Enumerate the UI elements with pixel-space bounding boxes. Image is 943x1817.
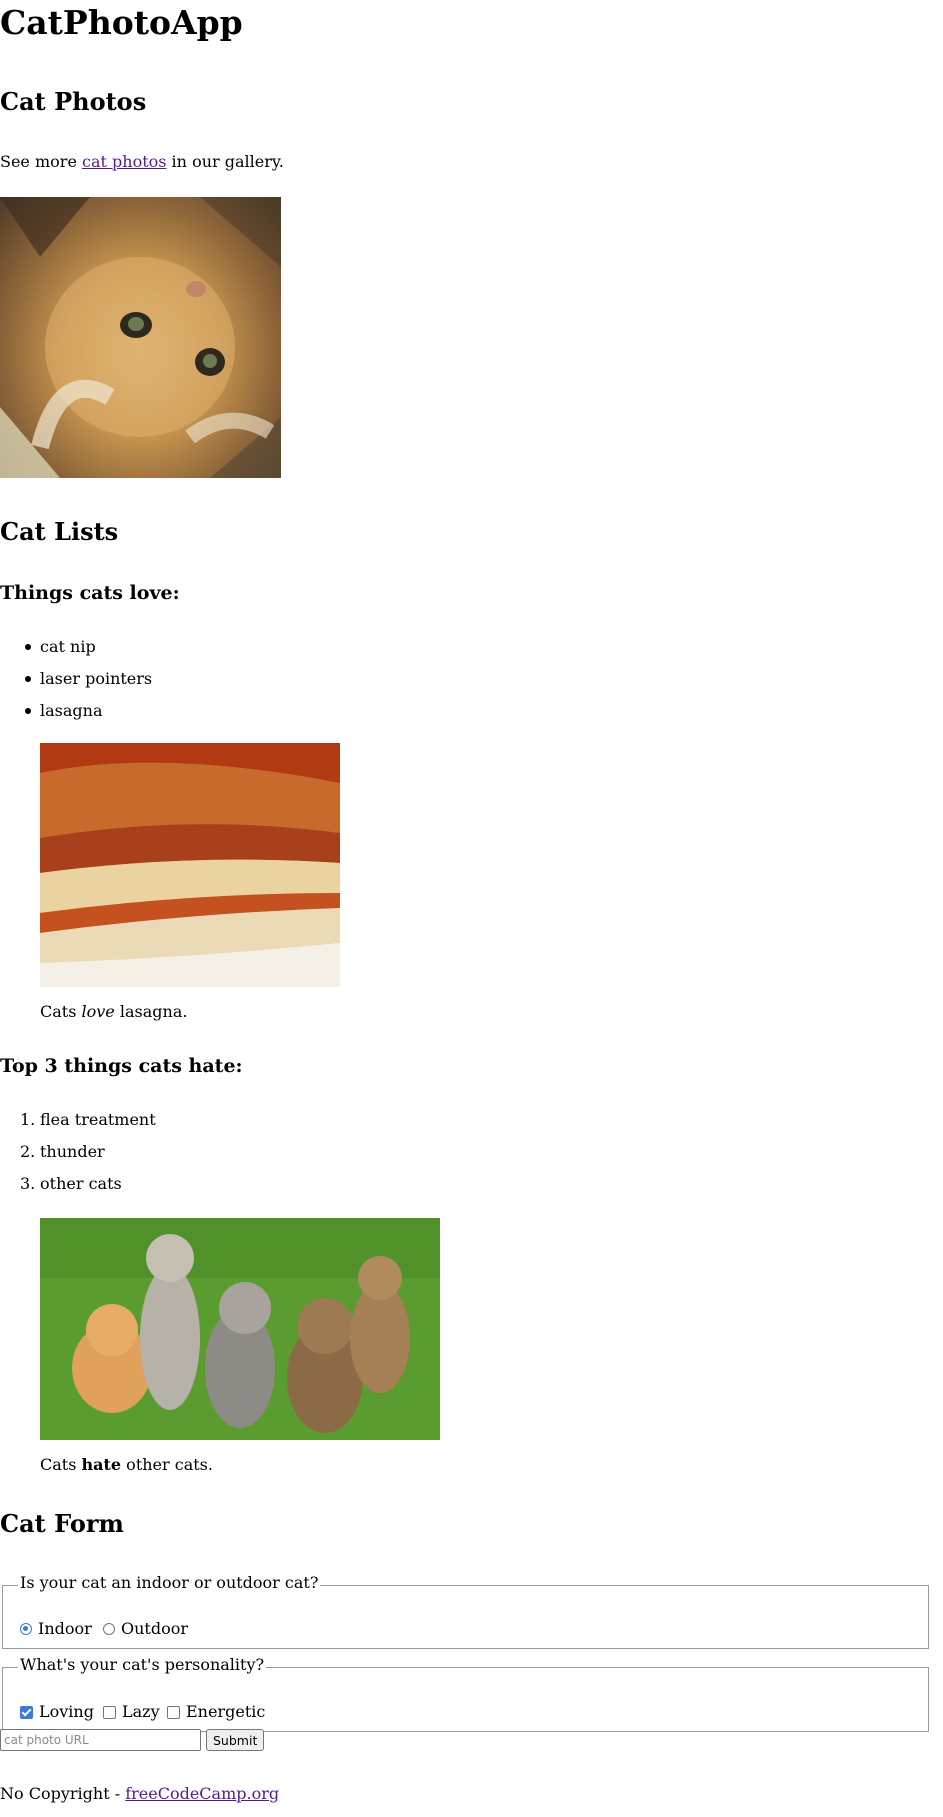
list-item: 2. thunder bbox=[0, 1142, 156, 1174]
indoor-radio[interactable] bbox=[20, 1623, 32, 1636]
energetic-option[interactable]: Energetic bbox=[167, 1702, 266, 1721]
list-number: 2. bbox=[20, 1142, 36, 1161]
indoor-label: Indoor bbox=[38, 1619, 92, 1638]
loving-option[interactable]: Loving bbox=[20, 1702, 94, 1721]
caption-strong: hate bbox=[81, 1455, 122, 1474]
things-cats-hate-heading: Top 3 things cats hate: bbox=[0, 1055, 243, 1077]
relaxing-cat-image bbox=[0, 197, 281, 478]
outdoor-option[interactable]: Outdoor bbox=[103, 1619, 189, 1638]
list-item-label: thunder bbox=[40, 1142, 105, 1161]
energetic-label: Energetic bbox=[186, 1702, 266, 1721]
cat-photos-heading: Cat Photos bbox=[0, 87, 147, 116]
lasagna-caption: Cats love lasagna. bbox=[40, 1002, 188, 1021]
cat-form-heading: Cat Form bbox=[0, 1509, 124, 1538]
lazy-label: Lazy bbox=[122, 1702, 160, 1721]
caption-emphasis: love bbox=[81, 1002, 115, 1021]
caption-text-before: Cats bbox=[40, 1002, 82, 1021]
list-item-label: flea treatment bbox=[40, 1110, 156, 1129]
caption-text-after: other cats. bbox=[121, 1455, 213, 1474]
lazy-option[interactable]: Lazy bbox=[103, 1702, 160, 1721]
list-item: 3. other cats bbox=[0, 1174, 156, 1206]
submit-button[interactable]: Submit bbox=[206, 1729, 265, 1751]
personality-legend: What's your cat's personality? bbox=[18, 1655, 267, 1675]
kittens-image-art bbox=[40, 1218, 440, 1440]
cats-love-list: cat nip laser pointers lasagna bbox=[0, 637, 152, 733]
list-item-label: other cats bbox=[40, 1174, 122, 1193]
cats-hate-list: 1. flea treatment 2. thunder 3. other cats bbox=[0, 1110, 156, 1206]
caption-text-before: Cats bbox=[40, 1455, 82, 1474]
list-item: 1. flea treatment bbox=[0, 1110, 156, 1142]
kittens-image bbox=[40, 1218, 440, 1440]
bullet-icon bbox=[25, 708, 31, 714]
kittens-caption: Cats hate other cats. bbox=[40, 1455, 213, 1474]
list-number: 1. bbox=[20, 1110, 36, 1129]
page-title: CatPhotoApp bbox=[0, 3, 243, 42]
list-item-label: laser pointers bbox=[40, 669, 153, 688]
indoor-outdoor-fieldset: Is your cat an indoor or outdoor cat? In… bbox=[2, 1573, 929, 1649]
lazy-checkbox[interactable] bbox=[103, 1705, 116, 1719]
personality-fieldset: What's your cat's personality? Loving La… bbox=[2, 1655, 929, 1732]
indoor-outdoor-legend: Is your cat an indoor or outdoor cat? bbox=[18, 1573, 321, 1593]
list-item-label: cat nip bbox=[40, 637, 96, 656]
outdoor-radio[interactable] bbox=[103, 1623, 115, 1636]
list-item: cat nip bbox=[0, 637, 152, 669]
gallery-text-before: See more bbox=[0, 152, 82, 171]
lasagna-image-art bbox=[40, 743, 340, 987]
footer: No Copyright - freeCodeCamp.org bbox=[0, 1784, 279, 1803]
bullet-icon bbox=[25, 644, 31, 650]
gallery-text-after: in our gallery. bbox=[166, 152, 284, 171]
energetic-checkbox[interactable] bbox=[167, 1705, 180, 1719]
relaxing-cat-image-link[interactable] bbox=[0, 197, 281, 478]
list-item-label: lasagna bbox=[40, 701, 103, 720]
things-cats-love-heading: Things cats love: bbox=[0, 582, 180, 604]
cat-lists-heading: Cat Lists bbox=[0, 517, 119, 546]
loving-label: Loving bbox=[39, 1702, 94, 1721]
cat-photo-url-input[interactable] bbox=[0, 1729, 201, 1751]
outdoor-label: Outdoor bbox=[121, 1619, 189, 1638]
cat-photos-link[interactable]: cat photos bbox=[82, 152, 166, 171]
indoor-option[interactable]: Indoor bbox=[20, 1619, 92, 1638]
list-item: laser pointers bbox=[0, 669, 152, 701]
list-item: lasagna bbox=[0, 701, 152, 733]
bullet-icon bbox=[25, 676, 31, 682]
lasagna-image bbox=[40, 743, 340, 987]
caption-text-after: lasagna. bbox=[114, 1002, 188, 1021]
gallery-text: See more cat photos in our gallery. bbox=[0, 152, 284, 171]
loving-checkbox[interactable] bbox=[20, 1705, 33, 1719]
freecodecamp-link[interactable]: freeCodeCamp.org bbox=[125, 1784, 279, 1803]
copyright-text: No Copyright - bbox=[0, 1784, 126, 1803]
list-number: 3. bbox=[20, 1174, 36, 1193]
